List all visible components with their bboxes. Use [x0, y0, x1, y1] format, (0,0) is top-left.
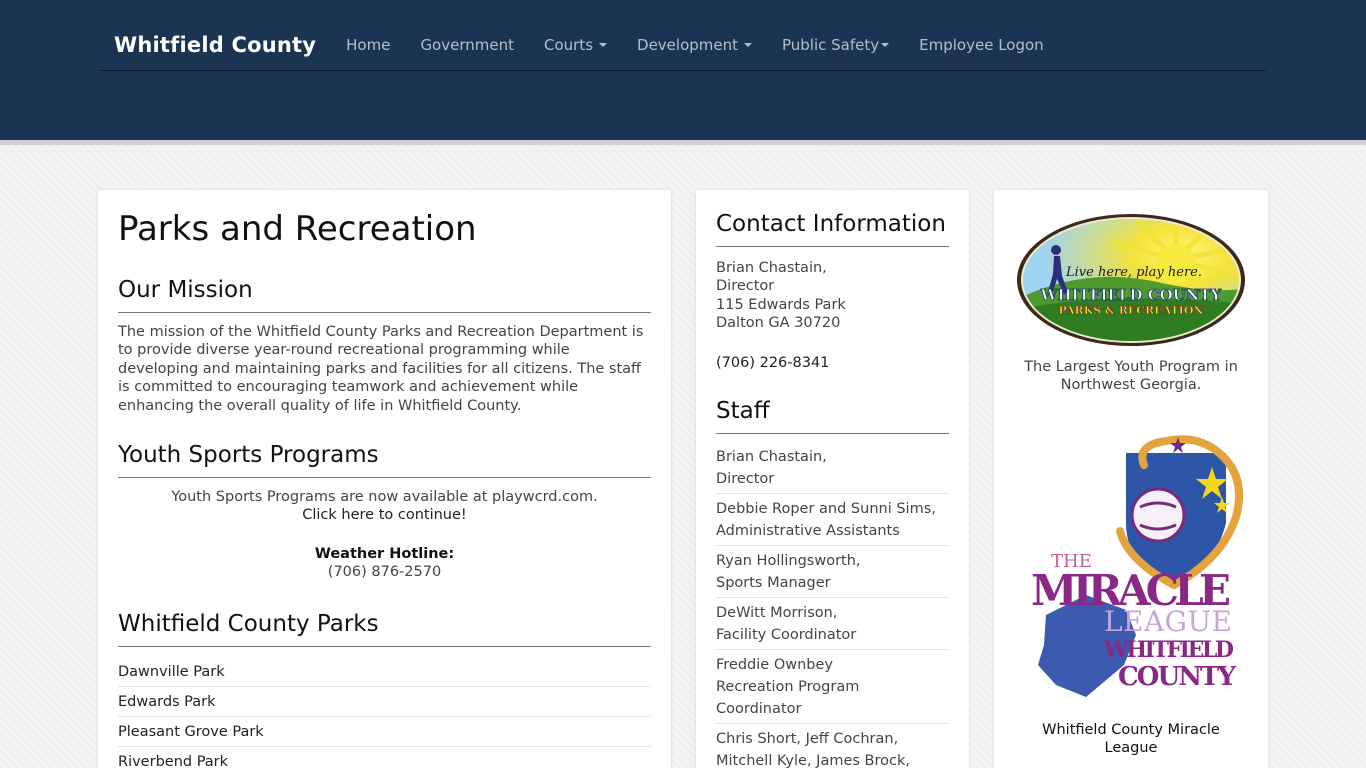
staff-role: Facility Coordinator — [716, 626, 857, 643]
staff-item: Ryan Hollingsworth, Sports Manager — [716, 546, 949, 598]
weather-hotline-phone: (706) 876-2570 — [327, 564, 442, 581]
nav-public-safety-dropdown[interactable]: Public Safety — [782, 36, 890, 54]
staff-item: Brian Chastain, Director — [716, 442, 949, 494]
park-link-dawnville[interactable]: Dawnville Park — [118, 657, 651, 687]
staff-item: Freddie Ownbey Recreation Program Coordi… — [716, 650, 949, 724]
site-header: Whitfield County Home Government Courts … — [0, 0, 1366, 140]
weather-hotline-label: Weather Hotline: — [314, 545, 455, 562]
main-content-panel: Parks and Recreation Our Mission The mis… — [98, 190, 671, 768]
parks-rec-logo[interactable]: Live here, play here. WHITFIELD COUNTY P… — [1004, 212, 1258, 348]
nav-courts-label: Courts — [543, 36, 594, 54]
sidebar-panel: Live here, play here. WHITFIELD COUNTY P… — [994, 190, 1268, 768]
miracle-league-logo[interactable]: THE MIRACLE LEAGUE WHITFIELD COUNTY — [1004, 435, 1258, 705]
logo-line1: WHITFIELD COUNTY — [1040, 286, 1222, 304]
staff-name: Chris Short, Jeff Cochran, — [716, 730, 899, 747]
youth-sports-continue-link[interactable]: Click here to continue! — [118, 506, 651, 524]
staff-name: Debbie Roper and Sunni Sims, — [716, 500, 936, 517]
staff-list: Brian Chastain, Director Debbie Roper an… — [716, 442, 949, 768]
staff-item: Chris Short, Jeff Cochran, Mitchell Kyle… — [716, 724, 949, 768]
staff-item: Debbie Roper and Sunni Sims, Administrat… — [716, 494, 949, 546]
logo-county: COUNTY — [1118, 662, 1236, 692]
miracle-league-caption: Whitfield County Miracle League — [1042, 721, 1220, 757]
mission-heading: Our Mission — [118, 276, 651, 313]
header-shadow — [0, 140, 1366, 145]
caret-down-icon — [599, 43, 608, 47]
staff-name: Freddie Ownbey — [716, 656, 833, 673]
caret-down-icon — [744, 43, 752, 47]
contact-phone[interactable]: (706) 226-8341 — [716, 355, 949, 371]
staff-role: Mitchell Kyle, James Brock, — [716, 752, 910, 768]
staff-role: Administrative Assistants — [716, 522, 900, 539]
staff-name: Ryan Hollingsworth, — [716, 552, 861, 569]
youth-sports-block: Youth Sports Programs are now available … — [118, 488, 651, 582]
park-link-edwards[interactable]: Edwards Park — [118, 687, 651, 717]
logo-slogan: Live here, play here. — [1065, 265, 1202, 280]
main-navbar: Whitfield County Home Government Courts … — [100, 20, 1266, 71]
staff-role: Recreation Program Coordinator — [716, 678, 860, 717]
parks-heading: Whitfield County Parks — [118, 610, 651, 647]
contact-heading: Contact Information — [716, 210, 949, 247]
parks-rec-caption: The Largest Youth Program in Northwest G… — [1024, 359, 1238, 394]
contact-address-line2: Dalton GA 30720 — [716, 315, 841, 332]
staff-role: Sports Manager — [716, 574, 831, 591]
park-link-pleasant-grove[interactable]: Pleasant Grove Park — [118, 717, 651, 747]
youth-sports-heading: Youth Sports Programs — [118, 441, 651, 479]
parks-list: Dawnville Park Edwards Park Pleasant Gro… — [118, 657, 651, 768]
nav-government-label: Government — [420, 36, 514, 54]
staff-name: Brian Chastain, — [716, 448, 827, 465]
youth-sports-text: Youth Sports Programs are now available … — [171, 489, 598, 506]
nav-development-label: Development — [637, 36, 738, 54]
parks-rec-logo-image: Live here, play here. WHITFIELD COUNTY P… — [1017, 214, 1245, 346]
nav-public-safety-label: Public Safety — [782, 36, 880, 54]
nav-home-label: Home — [346, 36, 391, 54]
staff-item: DeWitt Morrison, Facility Coordinator — [716, 598, 949, 650]
staff-heading: Staff — [716, 397, 949, 434]
page-title: Parks and Recreation — [118, 209, 477, 249]
nav-government[interactable]: Government — [420, 36, 514, 54]
nav-employee-logon-label: Employee Logon — [919, 36, 1044, 54]
contact-address-line1: 115 Edwards Park — [716, 296, 846, 313]
nav-employee-logon[interactable]: Employee Logon — [919, 36, 1044, 54]
logo-whitfield: WHITFIELD — [1103, 637, 1234, 663]
nav-home[interactable]: Home — [346, 36, 390, 54]
contact-role: Director — [716, 278, 775, 295]
nav-courts-dropdown[interactable]: Courts — [543, 36, 608, 54]
staff-role: Director — [716, 470, 775, 487]
miracle-league-logo-image: THE MIRACLE LEAGUE WHITFIELD COUNTY — [1031, 435, 1244, 697]
contact-address: Brian Chastain, Director 115 Edwards Par… — [716, 259, 949, 333]
contact-name: Brian Chastain, — [716, 260, 827, 276]
park-link-riverbend[interactable]: Riverbend Park — [118, 747, 651, 768]
site-brand-link[interactable]: Whitfield County — [100, 33, 316, 57]
caret-down-icon — [881, 43, 890, 47]
logo-league: LEAGUE — [1104, 605, 1232, 638]
logo-line2: PARKS & RECREATION — [1059, 304, 1204, 317]
nav-development-dropdown[interactable]: Development — [637, 36, 752, 54]
contact-panel: Contact Information Brian Chastain, Dire… — [696, 190, 969, 768]
staff-name: DeWitt Morrison, — [716, 604, 838, 621]
mission-text: The mission of the Whitfield County Park… — [118, 324, 644, 414]
